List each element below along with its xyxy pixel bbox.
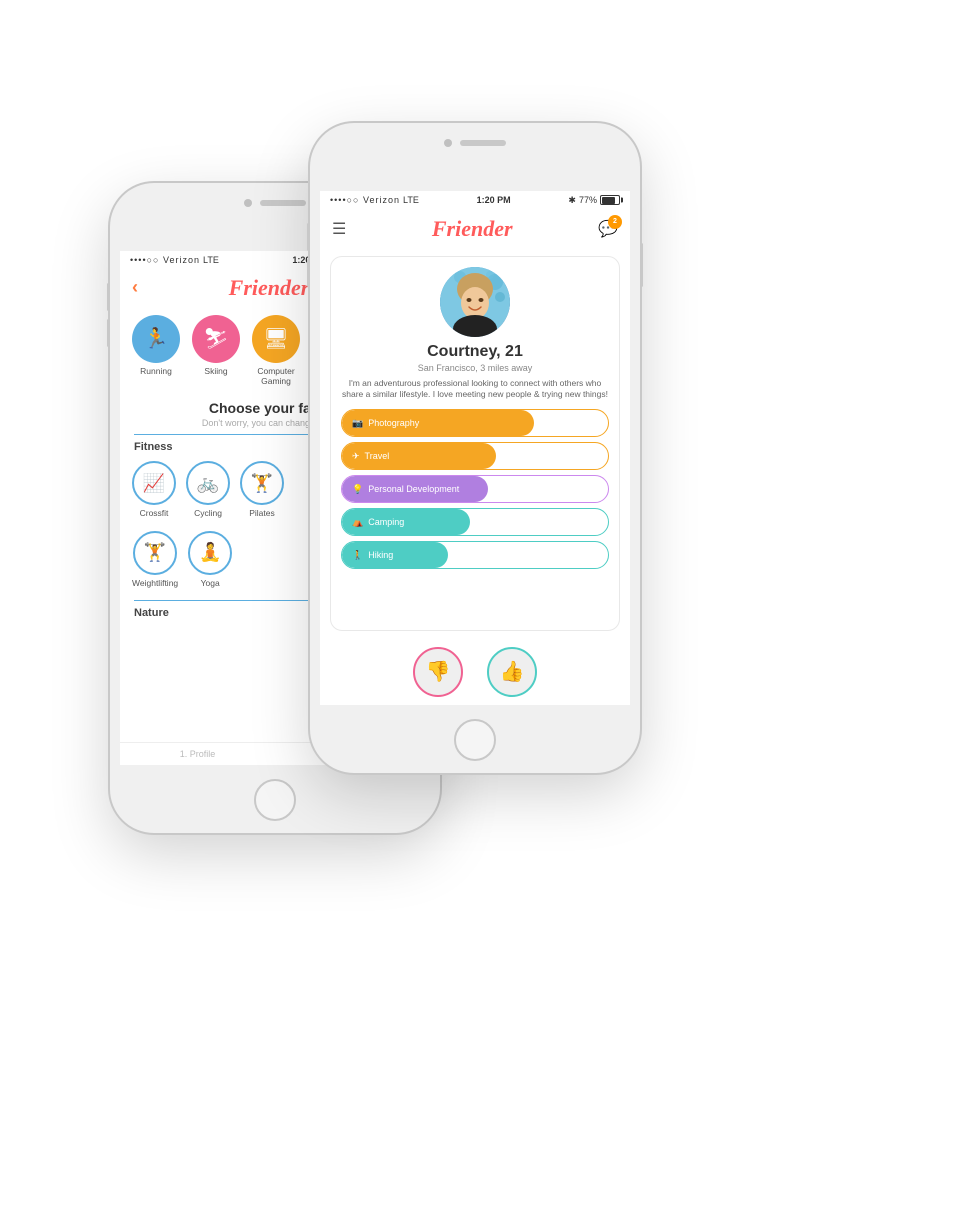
camping-label: Camping — [368, 517, 404, 527]
weightlifting-icon: 🏋 — [133, 531, 177, 575]
status-time-front: 1:20 PM — [477, 195, 511, 205]
app-logo-front: Friender — [432, 216, 513, 242]
back-button[interactable]: ‹ — [132, 277, 138, 298]
interest-camping[interactable]: ⛺ Camping — [341, 508, 609, 536]
profile-name: Courtney, 21 — [341, 343, 609, 361]
chat-icon-wrap[interactable]: 💬 2 — [598, 219, 618, 239]
personal-dev-fill: 💡 Personal Development — [342, 476, 488, 502]
travel-label: Travel — [365, 451, 390, 461]
camping-fill: ⛺ Camping — [342, 509, 470, 535]
crossfit-icon: 📈 — [132, 461, 176, 505]
battery-body-f — [600, 195, 620, 205]
phone-top-notch — [244, 199, 306, 207]
signal-dots: ••••○○ Verizon — [130, 255, 200, 265]
gaming-label: Computer Gaming — [257, 366, 294, 386]
cycling-icon: 🚲 — [186, 461, 230, 505]
hiking-fill: 🚶 Hiking — [342, 542, 448, 568]
personal-dev-icon: 💡 — [352, 484, 363, 495]
interest-personal-dev[interactable]: 💡 Personal Development — [341, 475, 609, 503]
battery-icon-front — [600, 195, 620, 205]
dislike-button[interactable]: 👎 — [413, 647, 463, 697]
avatar-image — [440, 267, 510, 337]
hiking-icon: 🚶 — [352, 550, 363, 561]
pilates-item[interactable]: 🏋 Pilates — [240, 461, 284, 518]
front-camera-f — [444, 139, 452, 147]
photography-fill: 📷 Photography — [342, 410, 534, 436]
pilates-icon: 🏋 — [240, 461, 284, 505]
profile-bio: I'm an adventurous professional looking … — [341, 378, 609, 402]
weightlifting-label: Weightlifting — [132, 578, 178, 588]
running-label: Running — [140, 366, 172, 376]
profile-card: Courtney, 21 San Francisco, 3 miles away… — [330, 256, 620, 631]
volume-down-button[interactable] — [107, 319, 110, 347]
travel-icon: ✈ — [352, 451, 360, 462]
volume-up-button-f[interactable] — [307, 223, 310, 251]
front-camera — [244, 199, 252, 207]
signal-dots-f: ••••○○ Verizon — [330, 195, 400, 205]
scene: ••••○○ Verizon LTE 1:20 PM ‹ Friender — [110, 123, 870, 1103]
personal-dev-label: Personal Development — [368, 484, 459, 494]
power-button-f[interactable] — [640, 243, 643, 287]
yoga-icon: 🧘 — [188, 531, 232, 575]
tab-profile[interactable]: 1. Profile — [120, 749, 275, 759]
home-button-back[interactable] — [254, 779, 296, 821]
running-icon: 🏃 — [132, 315, 180, 363]
battery-fill-f — [602, 197, 615, 204]
screen-front: ••••○○ Verizon LTE 1:20 PM ✱ 77% ☰ — [320, 191, 630, 705]
action-buttons: 👎 👍 — [320, 639, 630, 705]
home-button-front[interactable] — [454, 719, 496, 761]
photography-label: Photography — [368, 418, 419, 428]
like-button[interactable]: 👍 — [487, 647, 537, 697]
skiing-label: Skiing — [204, 366, 227, 376]
menu-button[interactable]: ☰ — [332, 219, 346, 239]
status-left-f: ••••○○ Verizon LTE — [330, 195, 419, 205]
interest-hiking[interactable]: 🚶 Hiking — [341, 541, 609, 569]
avatar-svg — [440, 267, 510, 337]
status-left: ••••○○ Verizon LTE — [130, 255, 219, 265]
cycling-label: Cycling — [194, 508, 222, 518]
phone-front: ••••○○ Verizon LTE 1:20 PM ✱ 77% ☰ — [310, 123, 640, 773]
speaker-f — [460, 140, 506, 146]
speaker — [260, 200, 306, 206]
crossfit-item[interactable]: 📈 Crossfit — [132, 461, 176, 518]
status-bar-front: ••••○○ Verizon LTE 1:20 PM ✱ 77% — [320, 191, 630, 210]
app-header-front: ☰ Friender 💬 2 — [320, 210, 630, 248]
volume-up-button[interactable] — [107, 283, 110, 311]
interest-photography[interactable]: 📷 Photography — [341, 409, 609, 437]
gaming-icon: 🖥 — [252, 315, 300, 363]
avatar — [440, 267, 510, 337]
weightlifting-item[interactable]: 🏋 Weightlifting — [132, 531, 178, 588]
app-logo-back: Friender — [229, 275, 310, 301]
profile-location: San Francisco, 3 miles away — [341, 363, 609, 373]
activity-skiing[interactable]: ⛷ Skiing — [192, 315, 240, 386]
travel-fill: ✈ Travel — [342, 443, 496, 469]
photography-icon: 📷 — [352, 418, 363, 429]
cycling-item[interactable]: 🚲 Cycling — [186, 461, 230, 518]
chat-badge: 2 — [608, 215, 622, 229]
network-type-f: LTE — [403, 195, 419, 205]
yoga-label: Yoga — [201, 578, 220, 588]
yoga-item[interactable]: 🧘 Yoga — [188, 531, 232, 588]
camping-icon: ⛺ — [352, 517, 363, 528]
status-right-f: ✱ 77% — [568, 195, 620, 206]
bluetooth-icon: ✱ — [568, 195, 576, 206]
interest-travel[interactable]: ✈ Travel — [341, 442, 609, 470]
activity-running[interactable]: 🏃 Running — [132, 315, 180, 386]
activity-gaming[interactable]: 🖥 Computer Gaming — [252, 315, 300, 386]
pilates-label: Pilates — [249, 508, 275, 518]
network-type: LTE — [203, 255, 219, 265]
phone-top-notch-f — [444, 139, 506, 147]
hiking-label: Hiking — [368, 550, 393, 560]
battery-pct: 77% — [579, 195, 597, 205]
skiing-icon: ⛷ — [192, 315, 240, 363]
volume-down-button-f[interactable] — [307, 259, 310, 287]
crossfit-label: Crossfit — [140, 508, 169, 518]
avatar-wrap — [341, 267, 609, 337]
